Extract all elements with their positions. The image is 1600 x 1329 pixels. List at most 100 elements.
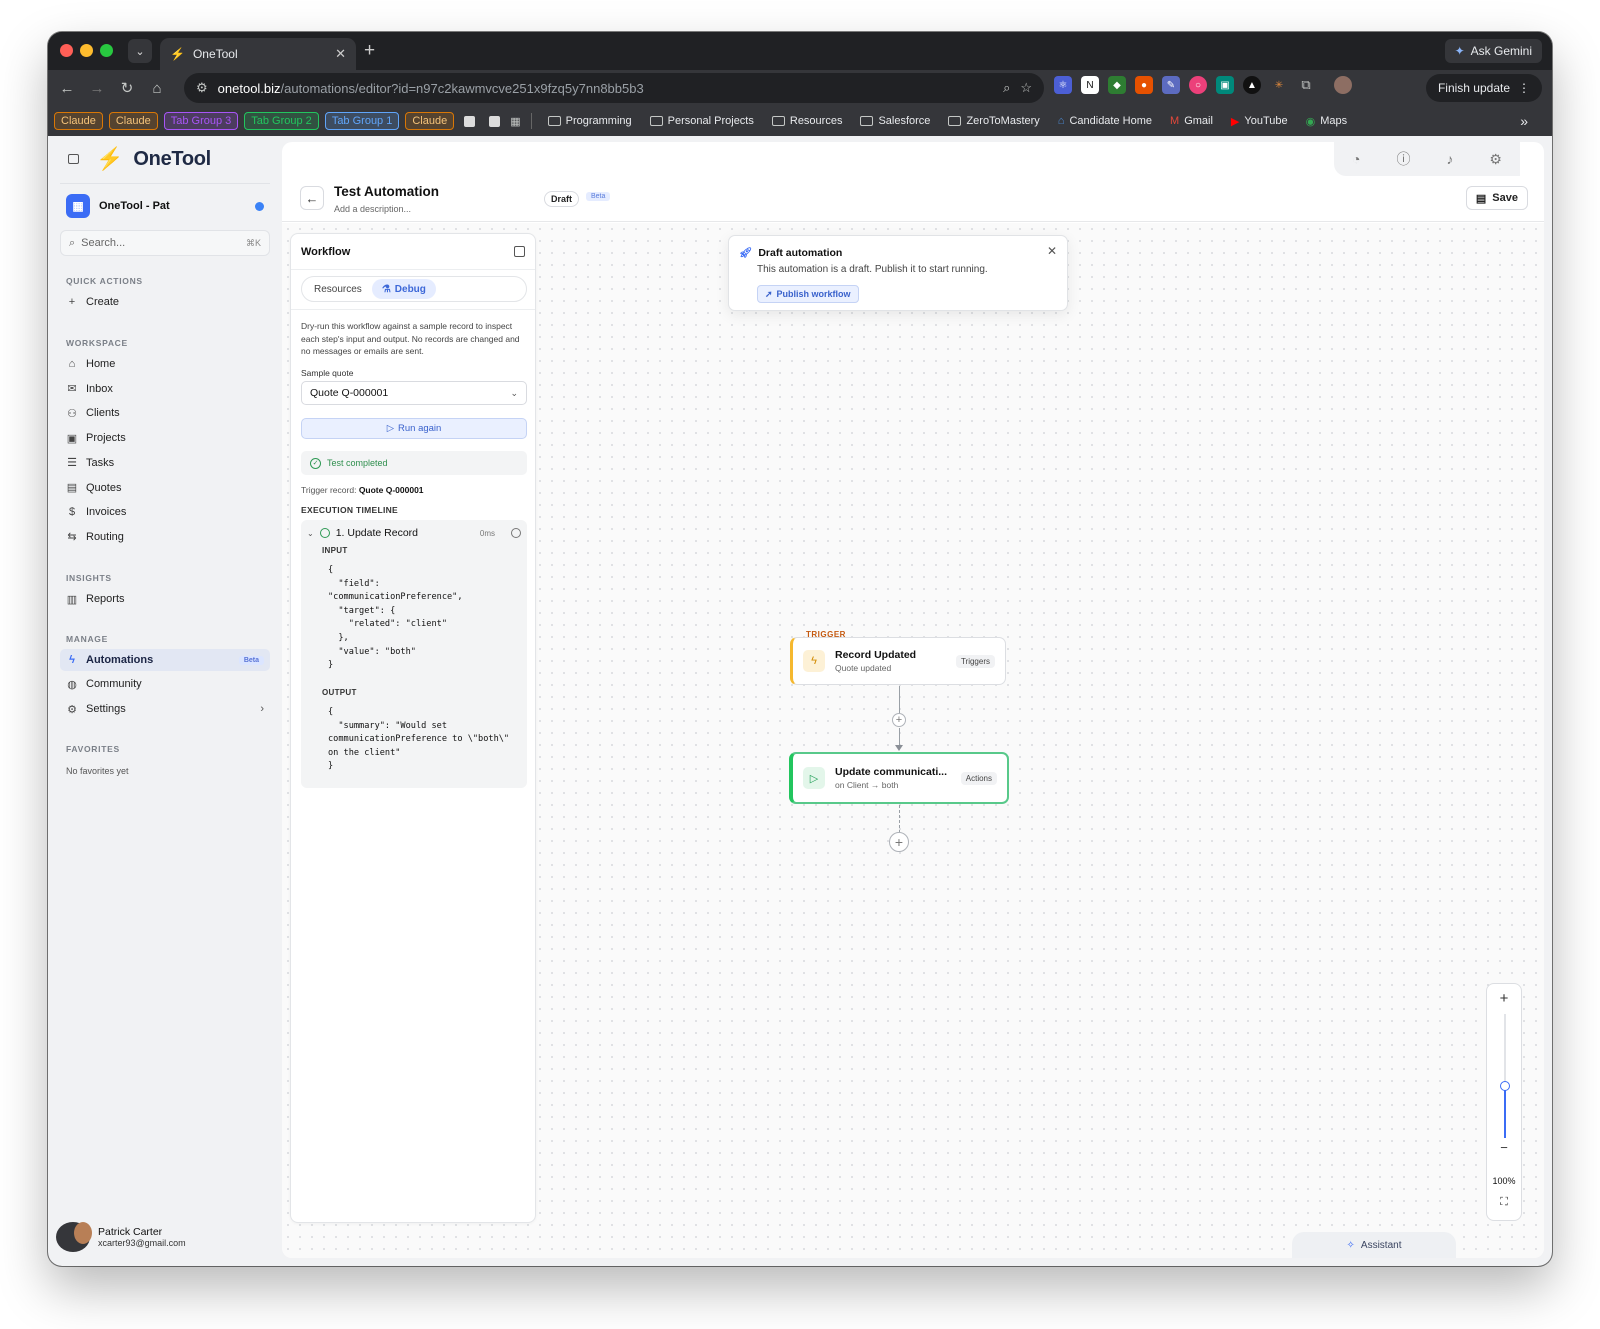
check-circle-icon[interactable]: ◔ xyxy=(1352,151,1360,167)
sidebar-item-routing[interactable]: ⇆ Routing xyxy=(60,526,270,548)
bookmark-link[interactable]: M Gmail xyxy=(1164,115,1219,127)
workflow-canvas[interactable]: Workflow Resources ⚗ Debug Dry-run this w… xyxy=(282,223,1544,1258)
org-switcher[interactable]: ▦ OneTool - Pat xyxy=(60,190,270,222)
sidebar-item-clients[interactable]: ⚇ Clients xyxy=(60,402,270,424)
tab-resources[interactable]: Resources xyxy=(304,279,372,299)
fit-view-button[interactable]: ⛶ xyxy=(1487,1196,1521,1209)
tab-group-chip[interactable]: Claude xyxy=(54,112,103,130)
new-tab-button[interactable]: + xyxy=(364,41,375,61)
extension-puzzle-icon[interactable]: ✎ xyxy=(1162,76,1180,94)
connector-line xyxy=(899,686,900,716)
extension-orange-icon[interactable]: ● xyxy=(1135,76,1153,94)
extension-notion-icon[interactable]: N xyxy=(1081,76,1099,94)
extension-react-icon[interactable]: ⚛ xyxy=(1054,76,1072,94)
zoom-in-button[interactable]: + xyxy=(1487,990,1521,1007)
tab-debug[interactable]: ⚗ Debug xyxy=(371,279,436,299)
zoom-lens-icon[interactable]: ⌕ xyxy=(1003,80,1010,96)
extension-green-icon[interactable]: ◆ xyxy=(1108,76,1126,94)
tab-group-chip[interactable]: Tab Group 2 xyxy=(244,112,319,130)
sidebar-item-quotes[interactable]: ▤ Quotes xyxy=(60,477,270,499)
sidebar-item-invoices[interactable]: $ Invoices xyxy=(60,501,270,523)
brand[interactable]: ⚡ OneTool xyxy=(96,146,211,172)
bookmark-link[interactable]: ◉ Maps xyxy=(1300,115,1354,128)
bookmark-folder[interactable]: Personal Projects xyxy=(644,115,760,127)
tab-group-chip[interactable]: Tab Group 1 xyxy=(324,112,400,130)
add-final-step-button[interactable]: + xyxy=(889,832,909,852)
browser-tab-onetool[interactable]: ⚡ OneTool ✕ xyxy=(160,38,356,70)
run-again-label: Run again xyxy=(398,423,442,434)
more-bookmarks-icon[interactable]: » xyxy=(1520,113,1528,129)
site-info-icon[interactable]: ⚙ xyxy=(196,80,208,96)
bookmark-folder[interactable]: Salesforce xyxy=(854,115,936,127)
assistant-button[interactable]: ✧ Assistant xyxy=(1292,1232,1456,1258)
address-bar[interactable]: ⚙ onetool.biz/automations/editor?id=n97c… xyxy=(184,73,1044,103)
description-field[interactable]: Add a description... xyxy=(334,204,411,214)
bookmark-folder[interactable]: ZeroToMastery xyxy=(942,115,1045,127)
settings-gear-icon[interactable]: ⚙ xyxy=(1489,151,1502,168)
org-status-dot xyxy=(255,201,264,211)
org-building-icon: ▦ xyxy=(66,194,90,218)
zoom-out-button[interactable]: − xyxy=(1487,1140,1521,1155)
ask-gemini-button[interactable]: ✦ Ask Gemini xyxy=(1444,39,1542,63)
bookmark-folder[interactable]: Resources xyxy=(766,115,849,127)
sample-quote-select[interactable]: Quote Q-000001 ⌄ xyxy=(301,381,527,405)
publish-workflow-button[interactable]: ➚ Publish workflow xyxy=(757,285,859,303)
sidebar-item-reports[interactable]: ▥ Reports xyxy=(60,588,270,610)
bookmark-star-icon[interactable]: ☆ xyxy=(1020,80,1032,96)
sidebar-item-settings[interactable]: ⚙ Settings › xyxy=(60,698,270,720)
bookmark-square-icon[interactable] xyxy=(464,115,476,127)
forward-arrow-icon[interactable]: → xyxy=(82,80,112,97)
zoom-slider-handle[interactable] xyxy=(1500,1080,1510,1091)
sidebar-item-tasks[interactable]: ☰ Tasks xyxy=(60,452,270,474)
extensions-puzzle-icon[interactable]: ⧉ xyxy=(1297,76,1315,94)
save-button[interactable]: ▤ Save xyxy=(1465,186,1528,210)
sidebar-item-home[interactable]: ⌂ Home xyxy=(60,353,270,375)
sidebar-item-automations[interactable]: ϟ Automations Beta xyxy=(60,649,270,671)
bookmark-link[interactable]: ⌂ Candidate Home xyxy=(1052,115,1158,127)
trigger-node[interactable]: ϟ Record Updated Quote updated Triggers xyxy=(790,637,1006,685)
sidebar-item-label: Routing xyxy=(86,530,124,543)
bell-icon[interactable]: ♪ xyxy=(1446,151,1453,167)
run-again-button[interactable]: ▷ Run again xyxy=(301,418,527,439)
step-header[interactable]: ⌄ 1. Update Record 0ms xyxy=(307,526,521,540)
action-node[interactable]: ▷ Update communicati... on Client → both… xyxy=(789,752,1009,804)
close-window-button[interactable] xyxy=(60,44,73,57)
bookmark-link[interactable]: ▶ YouTube xyxy=(1225,115,1294,128)
search-input[interactable]: ⌕ Search... ⌘K xyxy=(60,230,270,256)
page-title[interactable]: Test Automation xyxy=(334,184,439,199)
bookmark-folder[interactable]: Programming xyxy=(542,115,638,127)
profile-avatar-icon[interactable] xyxy=(1334,76,1352,94)
gmail-icon: M xyxy=(1170,115,1180,127)
panel-collapse-icon[interactable] xyxy=(514,246,525,257)
sidebar-item-create[interactable]: + Create xyxy=(60,291,270,313)
tab-group-chip[interactable]: Claude xyxy=(405,112,455,130)
panel-title: Workflow xyxy=(301,245,351,258)
tab-search-button[interactable]: ⌄ xyxy=(128,39,152,63)
back-arrow-icon[interactable]: ← xyxy=(52,80,82,97)
reload-icon[interactable]: ↻ xyxy=(112,79,142,97)
maximize-window-button[interactable] xyxy=(100,44,113,57)
extension-triangle-icon[interactable]: ▲ xyxy=(1243,76,1261,94)
home-icon[interactable]: ⌂ xyxy=(142,80,172,97)
sidebar-item-community[interactable]: ◍ Community xyxy=(60,673,270,695)
close-tab-icon[interactable]: ✕ xyxy=(335,46,346,62)
extension-teal-icon[interactable]: ▣ xyxy=(1216,76,1234,94)
back-button[interactable]: ← xyxy=(300,186,324,210)
step-settings-icon[interactable] xyxy=(511,528,521,538)
apps-grid-icon[interactable]: ▦ xyxy=(510,115,520,128)
tab-group-chip[interactable]: Tab Group 3 xyxy=(163,112,239,130)
tab-group-chip[interactable]: Claude xyxy=(108,112,158,130)
extension-claude-icon[interactable]: ✳ xyxy=(1270,76,1288,94)
sidebar-item-inbox[interactable]: ✉ Inbox xyxy=(60,378,270,400)
finish-update-label: Finish update xyxy=(1437,81,1510,95)
finish-update-button[interactable]: Finish update ⋮ xyxy=(1425,74,1542,102)
close-icon[interactable]: ✕ xyxy=(1047,244,1057,258)
minimize-window-button[interactable] xyxy=(80,44,93,57)
add-step-button[interactable]: + xyxy=(892,713,906,727)
sidebar-toggle-icon[interactable] xyxy=(68,154,79,164)
help-icon[interactable]: ⓘ xyxy=(1396,149,1410,169)
user-profile[interactable]: Patrick Carter xcarter93@gmail.com xyxy=(56,1222,186,1252)
sidebar-item-projects[interactable]: ▣ Projects xyxy=(60,427,270,449)
extension-circle-icon[interactable]: ○ xyxy=(1189,76,1207,94)
bookmark-square-icon[interactable] xyxy=(489,115,501,127)
